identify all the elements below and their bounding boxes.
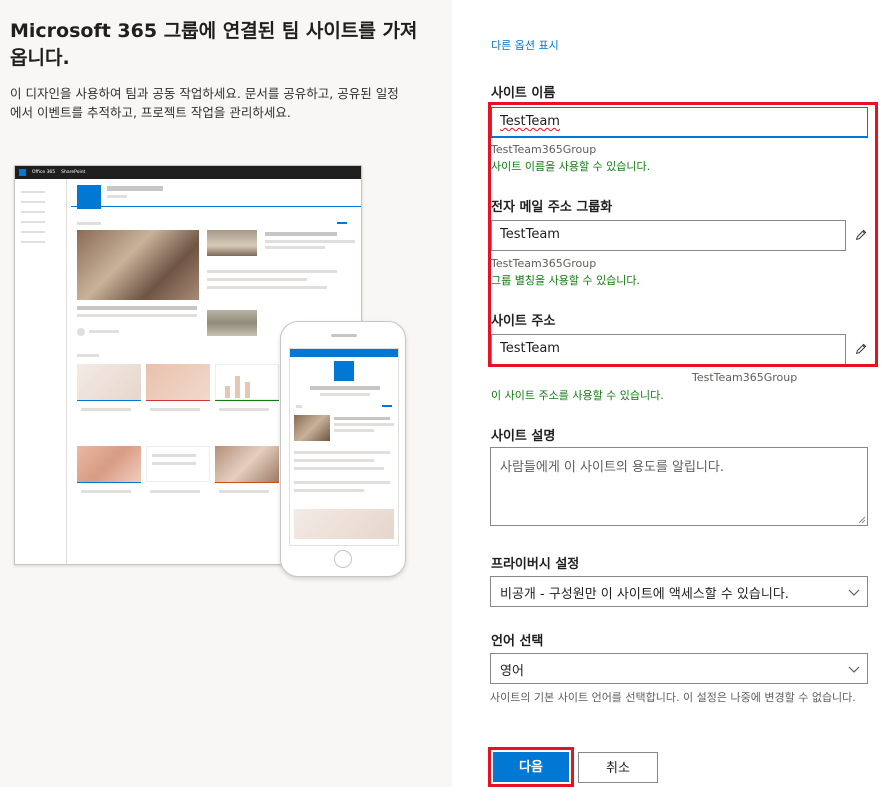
language-select[interactable]: 영어 — [490, 653, 868, 684]
site-name-status: 사이트 이름을 사용할 수 있습니다. — [491, 160, 651, 173]
more-options-link[interactable]: 다른 옵션 표시 — [491, 37, 559, 53]
hero-image — [77, 230, 199, 300]
site-name-group-hint: TestTeam365Group — [491, 143, 597, 156]
news-image-2 — [207, 310, 257, 336]
language-label: 언어 선택 — [491, 634, 544, 649]
news-image — [207, 230, 257, 256]
template-preview-illustration: Office 365 SharePoint — [14, 165, 406, 577]
privacy-selected-value: 비공개 - 구성원만 이 사이트에 액세스할 수 있습니다. — [500, 587, 789, 602]
group-email-input[interactable]: TestTeam — [491, 220, 846, 251]
preview-app-name: Office 365 — [32, 170, 56, 175]
site-address-status: 이 사이트 주소를 사용할 수 있습니다. — [491, 389, 664, 402]
group-email-hint: TestTeam365Group — [491, 257, 597, 270]
template-description: 이 디자인을 사용하여 팀과 공동 작업하세요. 문서를 공유하고, 공유된 일… — [10, 86, 399, 120]
site-name-value: TestTeam — [500, 114, 560, 129]
site-description-placeholder: 사람들에게 이 사이트의 용도를 알립니다. — [500, 460, 724, 475]
preview-left-nav — [15, 179, 67, 564]
home-button-icon — [334, 550, 352, 568]
site-name-label: 사이트 이름 — [491, 86, 556, 101]
site-description-textarea[interactable]: 사람들에게 이 사이트의 용도를 알립니다. — [490, 447, 868, 526]
site-address-label: 사이트 주소 — [491, 314, 556, 329]
edit-pencil-icon[interactable] — [854, 342, 868, 356]
site-address-hint: TestTeam365Group — [692, 371, 798, 384]
privacy-label: 프라이버시 설정 — [491, 557, 580, 572]
app-launcher-icon — [19, 169, 26, 176]
mobile-preview — [280, 321, 406, 577]
site-description-label: 사이트 설명 — [491, 429, 556, 444]
language-help-text: 사이트의 기본 사이트 언어를 선택합니다. 이 설정은 나중에 변경할 수 없… — [490, 691, 856, 704]
privacy-select[interactable]: 비공개 - 구성원만 이 사이트에 액세스할 수 있습니다. — [490, 576, 868, 607]
group-email-status: 그룹 별칭을 사용할 수 있습니다. — [491, 274, 641, 287]
site-address-value: TestTeam — [500, 341, 560, 356]
language-selected-value: 영어 — [500, 664, 524, 679]
site-name-input[interactable]: TestTeam — [491, 107, 868, 138]
template-title: Microsoft 365 그룹에 연결된 팀 사이트를 가져옵니다. — [10, 20, 418, 69]
template-info-panel: Microsoft 365 그룹에 연결된 팀 사이트를 가져옵니다. 이 디자… — [0, 0, 452, 787]
group-email-label: 전자 메일 주소 그룹화 — [491, 200, 613, 215]
group-email-value: TestTeam — [500, 227, 560, 242]
site-address-input[interactable]: TestTeam — [491, 334, 846, 365]
chevron-down-icon — [848, 666, 860, 673]
edit-pencil-icon[interactable] — [854, 228, 868, 242]
resize-handle-icon[interactable] — [857, 515, 865, 523]
next-button[interactable]: 다음 — [493, 752, 569, 782]
preview-product-name: SharePoint — [61, 170, 86, 175]
preview-suite-bar: Office 365 SharePoint — [15, 166, 361, 179]
cancel-button[interactable]: 취소 — [578, 752, 658, 783]
chevron-down-icon — [848, 589, 860, 596]
